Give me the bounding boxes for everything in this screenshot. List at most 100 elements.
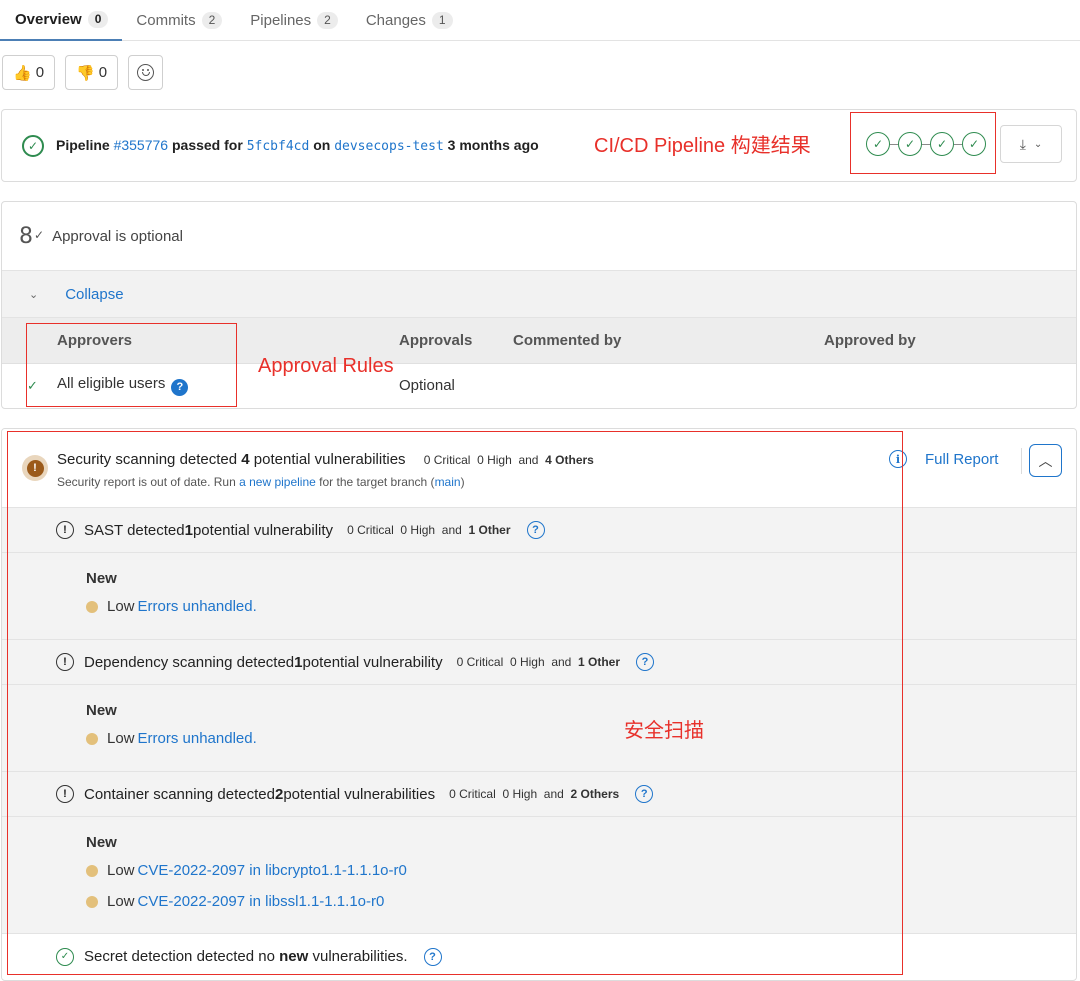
vulnerability-link[interactable]: CVE-2022-2097 in libcrypto1.1-1.1.1o-r0 xyxy=(138,862,407,879)
add-reaction-button[interactable] xyxy=(128,55,164,90)
tab-commits[interactable]: Commits 2 xyxy=(122,0,236,40)
pipeline-time: 3 months ago xyxy=(447,137,539,153)
container-scanning-summary-row: ! Container scanning detected 2 potentia… xyxy=(2,772,1076,817)
stage-passed-icon[interactable]: ✓ xyxy=(962,132,986,156)
help-icon[interactable]: ? xyxy=(526,521,545,539)
severity-label: Low xyxy=(107,862,135,879)
header-approvals: Approvals xyxy=(399,332,473,349)
smiley-icon xyxy=(137,64,155,81)
chevron-down-icon: ⌄ xyxy=(1033,138,1043,150)
tab-overview[interactable]: Overview 0 xyxy=(0,0,123,41)
help-icon[interactable]: ? xyxy=(635,785,654,803)
and-text: and xyxy=(543,787,564,801)
tab-changes[interactable]: Changes 1 xyxy=(352,0,467,40)
help-icon[interactable]: ? xyxy=(423,947,442,966)
help-icon[interactable]: ? xyxy=(636,653,655,671)
divider xyxy=(1021,448,1022,474)
new-pipeline-link[interactable]: a new pipeline xyxy=(239,475,316,489)
approval-rule-row: ✓ All eligible users? Optional xyxy=(2,364,1076,408)
others-count: 1 Other xyxy=(468,523,511,537)
exclamation-icon: ! xyxy=(56,521,74,539)
section-count: 2 xyxy=(274,785,284,803)
rule-approvals: Optional xyxy=(399,377,455,394)
vulnerability-item: Low Errors unhandled. xyxy=(86,591,1076,622)
sast-summary-row: ! SAST detected 1 potential vulnerabilit… xyxy=(2,508,1076,553)
tab-count-badge: 1 xyxy=(431,11,453,29)
vulnerability-item: Low CVE-2022-2097 in libssl1.1-1.1.1o-r0 xyxy=(86,886,1076,917)
and-text: and xyxy=(551,655,572,669)
tab-pipelines[interactable]: Pipelines 2 xyxy=(236,0,352,40)
summary-text: Security scanning detected xyxy=(57,451,242,468)
download-artifacts-dropdown[interactable]: ⤓ ⌄ xyxy=(1000,125,1062,163)
tab-label: Pipelines xyxy=(250,11,312,29)
low-severity-icon xyxy=(86,732,98,745)
pipeline-on-text: on xyxy=(313,137,331,153)
stage-passed-icon[interactable]: ✓ xyxy=(866,132,890,156)
low-severity-icon xyxy=(86,864,98,877)
rule-check-icon: ✓ xyxy=(27,378,38,393)
stage-connector xyxy=(890,143,898,145)
thumbs-down-button[interactable]: 👎 0 xyxy=(65,55,119,90)
security-reports-widget: ! Security scanning detected 4 potential… xyxy=(1,428,1077,981)
and-text: and xyxy=(518,453,539,467)
severity-label: Low xyxy=(107,730,135,747)
stage-passed-icon[interactable]: ✓ xyxy=(898,132,922,156)
tab-label: Overview xyxy=(15,11,82,28)
tab-count-badge: 2 xyxy=(317,11,338,29)
rule-approvers-label: All eligible users xyxy=(57,375,166,392)
dependency-scanning-summary-row: ! Dependency scanning detected 1 potenti… xyxy=(2,640,1076,685)
collapse-link[interactable]: Collapse xyxy=(65,286,123,303)
download-icon: ⤓ xyxy=(1019,135,1026,152)
tab-count-badge: 2 xyxy=(201,11,223,29)
vulnerability-link[interactable]: CVE-2022-2097 in libssl1.1-1.1.1o-r0 xyxy=(138,893,385,910)
secret-new-bold: new xyxy=(279,948,309,965)
section-text: potential vulnerability xyxy=(302,653,443,671)
critical-count: 0 Critical xyxy=(423,453,471,467)
summary-count: 4 xyxy=(241,451,250,468)
full-report-link[interactable]: Full Report xyxy=(925,451,998,468)
vulnerability-link[interactable]: Errors unhandled. xyxy=(138,598,257,615)
target-branch-link[interactable]: main xyxy=(435,475,461,489)
approval-table-header: Approvers Approvals Commented by Approve… xyxy=(2,318,1076,364)
pipeline-summary: Pipeline #355776 passed for 5fcbf4cd on … xyxy=(56,137,539,154)
summary-text: potential vulnerabilities xyxy=(249,451,406,468)
section-text: Dependency scanning detected xyxy=(84,653,295,671)
severity-counts: 0 Critical 0 High and 2 Others xyxy=(449,787,619,801)
low-severity-icon xyxy=(86,600,98,613)
approval-widget: 8✓ Approval is optional ⌄ Collapse Appro… xyxy=(1,201,1077,409)
pipeline-status-text: passed for xyxy=(171,137,243,153)
vulnerability-link[interactable]: Errors unhandled. xyxy=(138,730,257,747)
commit-sha-link[interactable]: 5fcbf4cd xyxy=(247,139,310,154)
collapse-toggle-button[interactable]: ︿ xyxy=(1029,444,1062,477)
security-annotation-label: 安全扫描 xyxy=(624,720,704,742)
security-summary-title: Security scanning detected 4 potential v… xyxy=(57,451,594,468)
exclamation-icon: ! xyxy=(56,653,74,671)
approval-collapse-bar: ⌄ Collapse xyxy=(2,271,1076,318)
security-out-of-date-notice: Security report is out of date. Run a ne… xyxy=(57,475,465,489)
pipeline-stages: ✓ ✓ ✓ ✓ xyxy=(866,132,986,156)
header-approvers: Approvers xyxy=(57,332,133,349)
critical-count: 0 Critical xyxy=(347,523,394,537)
section-count: 1 xyxy=(294,653,303,671)
stage-passed-icon[interactable]: ✓ xyxy=(930,132,954,156)
thumbs-up-button[interactable]: 👍 0 xyxy=(2,55,56,90)
others-count: 2 Others xyxy=(570,787,620,801)
severity-label: Low xyxy=(107,598,135,615)
chevron-down-icon[interactable]: ⌄ xyxy=(29,288,38,301)
low-severity-icon xyxy=(86,895,98,908)
and-text: and xyxy=(441,523,462,537)
new-findings-label: New xyxy=(86,834,117,851)
pipeline-widget: ✓ Pipeline #355776 passed for 5fcbf4cd o… xyxy=(1,109,1077,182)
sast-findings: New Low Errors unhandled. xyxy=(2,553,1076,640)
help-icon[interactable]: ? xyxy=(171,378,189,396)
section-text: Container scanning detected xyxy=(84,785,275,803)
warning-icon: ! xyxy=(22,455,48,481)
tab-count-badge: 0 xyxy=(87,11,109,28)
section-text: potential vulnerabilities xyxy=(283,785,436,803)
dependency-scanning-findings: New Low Errors unhandled. xyxy=(2,685,1076,772)
branch-link[interactable]: devsecops-test xyxy=(334,139,444,154)
info-icon[interactable]: i xyxy=(889,450,907,468)
pipeline-id-link[interactable]: #355776 xyxy=(114,137,169,153)
high-count: 0 High xyxy=(400,523,436,537)
success-check-icon: ✓ xyxy=(56,947,74,966)
